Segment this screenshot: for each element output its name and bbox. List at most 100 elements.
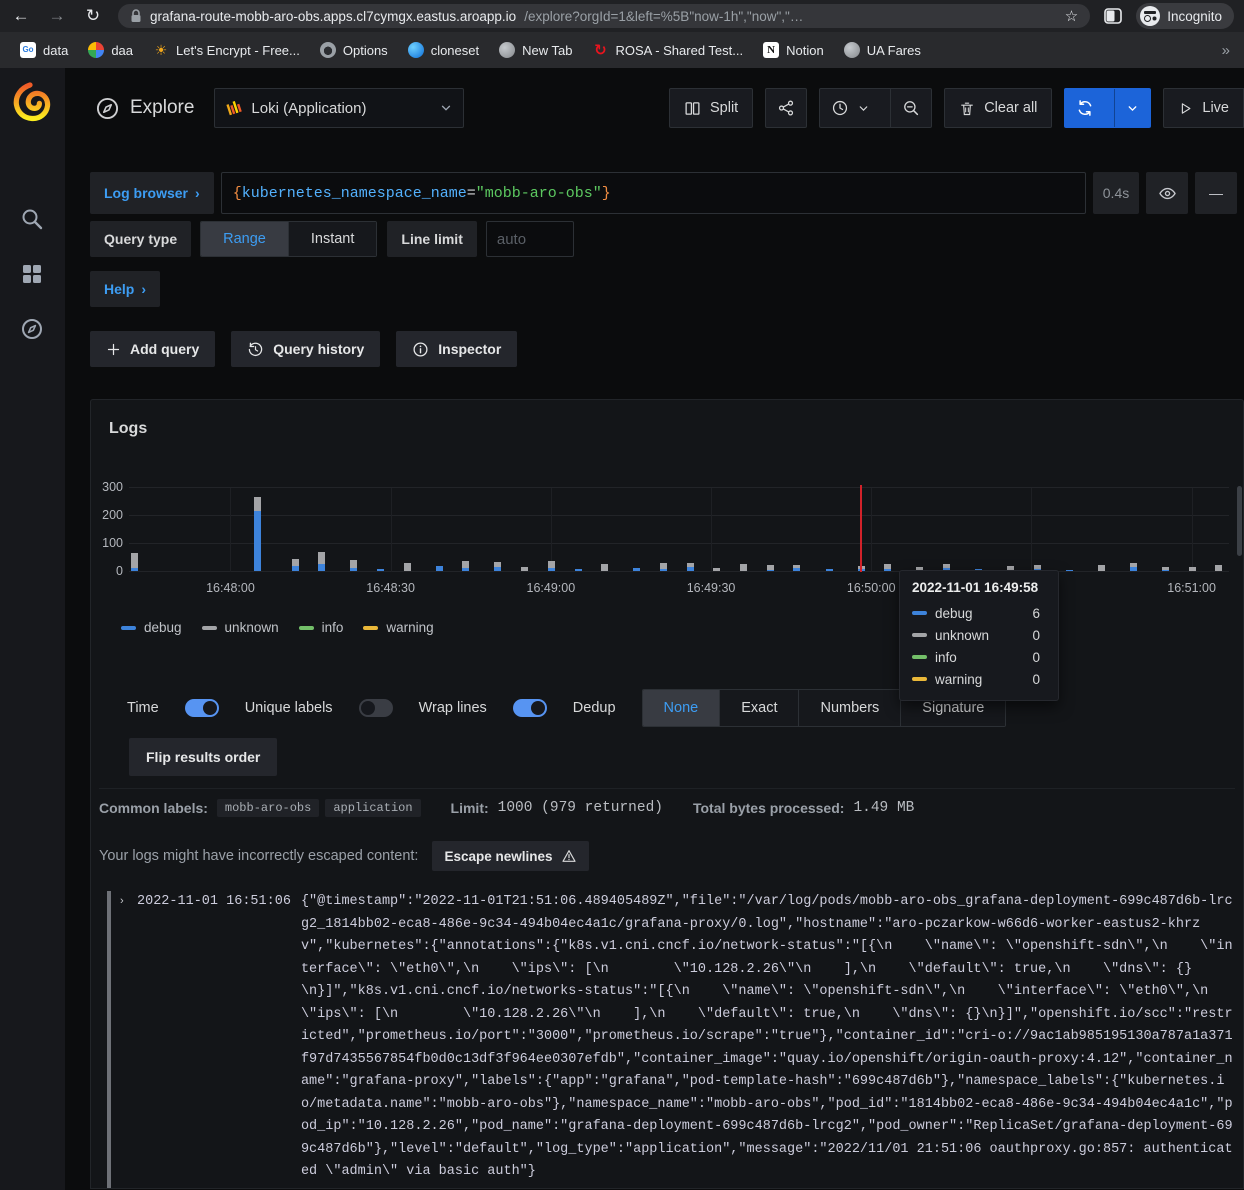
dedup-label: Dedup [573, 700, 616, 716]
dedup-option-exact[interactable]: Exact [719, 690, 798, 726]
share-button[interactable] [765, 88, 807, 128]
live-button[interactable]: Live [1163, 88, 1244, 128]
legend-item-warning[interactable]: warning [363, 620, 433, 635]
dashboards-icon[interactable] [20, 262, 46, 288]
bookmark-item[interactable]: New Tab [491, 38, 580, 62]
tooltip-series-label: unknown [935, 628, 989, 643]
warning-icon [561, 848, 577, 864]
bar-debug [793, 568, 800, 571]
log-row[interactable]: › 2022-11-01 16:51:06 {"@timestamp":"202… [107, 891, 1235, 1188]
refresh-button[interactable] [1065, 89, 1105, 127]
bookmark-item[interactable]: Godata [12, 38, 76, 62]
stacked-bar [1130, 563, 1137, 571]
unique-labels-toggle[interactable] [359, 699, 393, 717]
query-history-button[interactable]: Query history [231, 331, 380, 367]
bar-unknown [713, 568, 720, 571]
bookmark-item[interactable]: daa [80, 38, 141, 62]
flip-results-order-button[interactable]: Flip results order [129, 738, 277, 776]
x-gridline [871, 488, 872, 572]
globe-icon [844, 42, 860, 58]
expression-equals: = [467, 185, 476, 202]
scrollbar-thumb[interactable] [1237, 486, 1242, 556]
help-button[interactable]: Help › [90, 271, 160, 307]
query-type-instant[interactable]: Instant [288, 222, 377, 256]
line-limit-input[interactable]: auto [486, 221, 574, 257]
split-label: Split [710, 100, 738, 116]
x-axis-tick: 16:48:30 [356, 581, 426, 595]
bookmark-item[interactable]: UA Fares [836, 38, 929, 62]
dedup-option-numbers[interactable]: Numbers [798, 690, 900, 726]
logs-volume-chart[interactable] [129, 488, 1229, 572]
clear-all-button[interactable]: Clear all [944, 88, 1052, 128]
expression-close-brace: } [602, 185, 611, 202]
grafana-logo[interactable] [12, 82, 52, 122]
play-icon [1178, 101, 1193, 116]
search-icon[interactable] [20, 207, 46, 233]
refresh-interval-button[interactable] [1114, 89, 1150, 127]
loki-icon [225, 100, 242, 117]
escape-newlines-button[interactable]: Escape newlines [432, 841, 588, 871]
bar-debug [660, 569, 667, 571]
legend-item-info[interactable]: info [299, 620, 344, 635]
legend-item-debug[interactable]: debug [121, 620, 182, 635]
y-gridline [129, 571, 1229, 572]
legend-color-warning [363, 626, 378, 630]
time-toggle-label: Time [127, 700, 159, 716]
legend-color-info [299, 626, 314, 630]
url-domain: grafana-route-mobb-aro-obs.apps.cl7cymgx… [150, 9, 516, 24]
stacked-bar [131, 553, 138, 571]
tooltip-series-value: 0 [1032, 672, 1046, 687]
bar-debug [548, 568, 555, 571]
reload-button[interactable]: ↻ [82, 6, 104, 26]
log-expand-icon[interactable]: › [120, 895, 132, 907]
common-labels-label: Common labels: [99, 800, 208, 816]
bookmark-item[interactable]: ↻ROSA - Shared Test... [584, 38, 751, 62]
zoom-out-button[interactable] [890, 89, 931, 127]
inspector-button[interactable]: Inspector [396, 331, 517, 367]
add-query-button[interactable]: Add query [90, 331, 215, 367]
time-toggle[interactable] [185, 699, 219, 717]
stacked-bar [826, 569, 833, 571]
query-type-range[interactable]: Range [201, 222, 288, 256]
back-button[interactable]: ← [10, 6, 32, 26]
remove-query-button[interactable]: — [1195, 172, 1237, 214]
side-panel-icon[interactable] [1104, 8, 1122, 24]
x-gridline [1192, 488, 1193, 572]
explore-icon[interactable] [20, 317, 46, 343]
time-picker-button[interactable] [820, 89, 881, 127]
bookmark-label: Options [343, 43, 388, 58]
bookmark-star-icon[interactable]: ☆ [1065, 7, 1078, 25]
bookmark-item[interactable]: cloneset [400, 38, 487, 62]
bookmark-label: daa [111, 43, 133, 58]
incognito-label: Incognito [1167, 9, 1222, 24]
legend-item-unknown[interactable]: unknown [202, 620, 279, 635]
datasource-picker[interactable]: Loki (Application) [214, 88, 464, 128]
split-button[interactable]: Split [669, 88, 753, 128]
stacked-bar [1066, 570, 1073, 571]
query-input[interactable]: {kubernetes_namespace_name="mobb-aro-obs… [221, 172, 1086, 214]
wrap-lines-toggle[interactable] [513, 699, 547, 717]
bookmarks-bar: Godata daa ☀Let's Encrypt - Free... Options… [0, 32, 1244, 68]
bar-unknown [740, 564, 747, 571]
tooltip-series-value: 0 [1032, 650, 1046, 665]
legend-label: info [322, 620, 344, 635]
stacked-bar [601, 564, 608, 571]
bookmark-item[interactable]: ☀Let's Encrypt - Free... [145, 38, 308, 62]
log-browser-label: Log browser [104, 185, 188, 201]
log-browser-button[interactable]: Log browser › [90, 172, 214, 214]
forward-button[interactable]: → [46, 6, 68, 26]
refresh-icon [1076, 99, 1094, 117]
bar-debug [1162, 570, 1169, 571]
bookmark-item[interactable]: Options [312, 38, 396, 62]
bookmarks-overflow-icon[interactable]: » [1220, 42, 1232, 59]
dedup-option-none[interactable]: None [643, 690, 720, 726]
bar-debug [575, 569, 582, 571]
stacked-bar [1189, 567, 1196, 571]
bar-debug [462, 568, 469, 571]
tooltip-series-label: info [935, 650, 957, 665]
query-visibility-button[interactable] [1146, 172, 1188, 214]
bookmark-item[interactable]: NNotion [755, 38, 832, 62]
tooltip-timestamp: 2022-11-01 16:49:58 [912, 580, 1046, 595]
log-timestamp: 2022-11-01 16:51:06 [137, 891, 291, 914]
url-bar[interactable]: grafana-route-mobb-aro-obs.apps.cl7cymgx… [118, 4, 1090, 28]
